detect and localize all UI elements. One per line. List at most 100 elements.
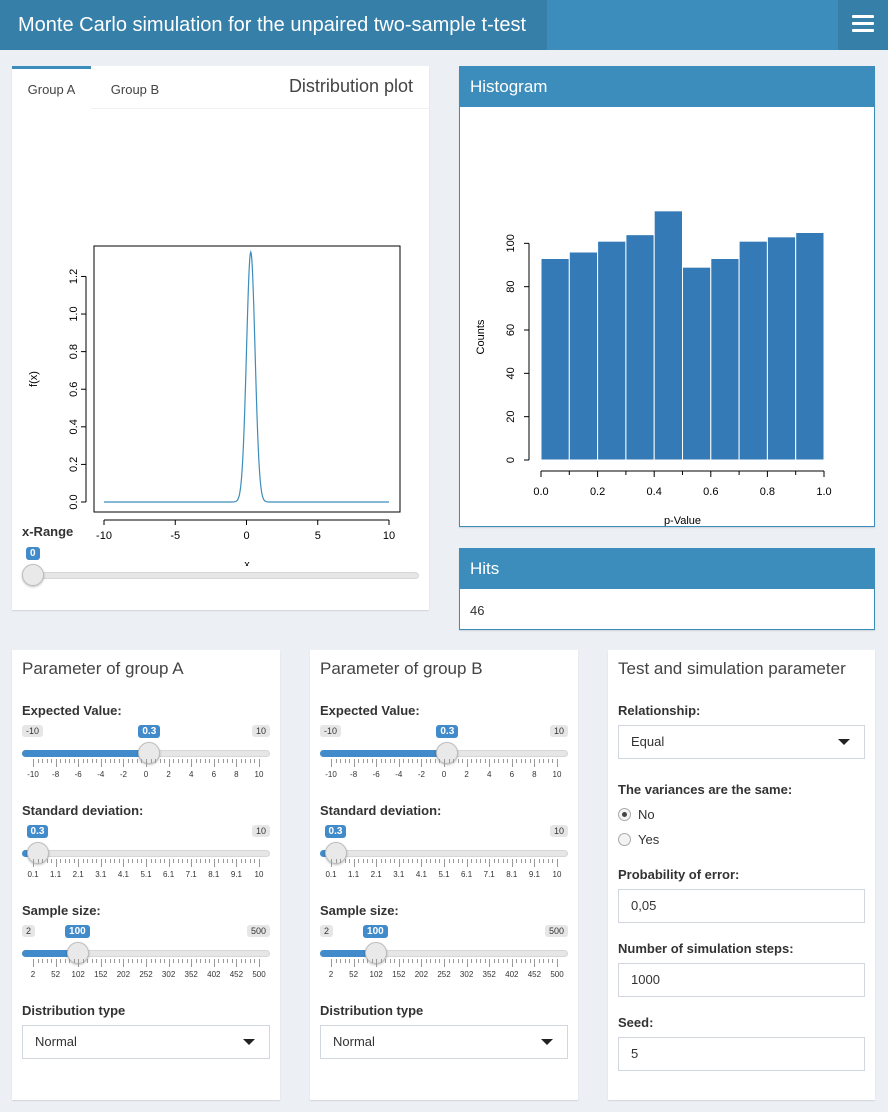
slider-minor-tick [547, 959, 549, 963]
slider-minor-tick [367, 959, 369, 963]
group-a-panel: Parameter of group A Expected Value: -10… [12, 650, 280, 1100]
slider-minor-tick [412, 959, 414, 963]
slider-track[interactable] [22, 850, 270, 857]
x-tick-label: 0 [243, 530, 249, 542]
slider-tick-label: 2 [464, 770, 469, 779]
slider-minor-tick [430, 959, 432, 963]
tab-group-a[interactable]: Group A [12, 66, 91, 110]
slider-minor-tick [195, 959, 197, 963]
slider-value: 0.3 [324, 825, 347, 838]
slider-minor-tick [109, 859, 111, 863]
slider-minor-tick [457, 759, 459, 763]
slider-minor-tick [96, 759, 98, 763]
slider-tick-label: -8 [350, 770, 358, 779]
slider-minor-tick [502, 759, 504, 763]
expected-value-label: Expected Value: [22, 703, 122, 718]
slider-minor-tick [335, 959, 337, 963]
slider-tick-label: 8 [532, 770, 537, 779]
slider-minor-tick [371, 859, 373, 863]
x-range-slider[interactable]: 0 [22, 547, 419, 612]
x-tick-label: 10 [383, 530, 395, 542]
slider-tick-label: 4 [486, 770, 492, 779]
test-parameter-panel: Test and simulation parameter Relationsh… [608, 650, 875, 1100]
histogram-bar [653, 210, 683, 461]
slider-major-tick [466, 859, 468, 867]
menu-icon[interactable] [838, 0, 888, 50]
slider-fill [22, 750, 150, 757]
slider-major-tick [78, 859, 80, 867]
slider-minor-tick [425, 759, 427, 763]
slider-minor-tick [358, 859, 360, 863]
slider-major-tick [489, 859, 491, 867]
slider-minor-tick [425, 959, 427, 963]
slider-track[interactable] [320, 850, 568, 857]
error-probability-input[interactable]: 0,05 [618, 889, 865, 923]
slider-value: 0 [26, 547, 40, 560]
slider-minor-tick [484, 859, 486, 863]
select-value: Normal [35, 1034, 77, 1049]
distribution-type-label: Distribution type [320, 1003, 424, 1018]
slider-tick-label: -8 [52, 770, 60, 779]
slider-min-label: -10 [22, 725, 44, 737]
distribution-type-select[interactable]: Normal [22, 1025, 270, 1059]
slider-minor-tick [380, 859, 382, 863]
tab-group-b[interactable]: Group B [98, 66, 172, 109]
slider-minor-tick [493, 859, 495, 863]
slider-tick-label: 152 [94, 970, 108, 979]
histogram-bar [738, 240, 768, 461]
slider-minor-tick [484, 959, 486, 963]
slider-major-tick [534, 759, 536, 767]
slider-tick-label: 2 [328, 970, 334, 979]
slider-major-tick [534, 859, 536, 867]
density-curve [104, 250, 389, 503]
slider-minor-tick [439, 759, 441, 763]
slider-minor-tick [46, 759, 48, 763]
slider-minor-tick [159, 759, 161, 763]
slider-minor-tick [82, 859, 84, 863]
radio-selected-icon[interactable] [618, 808, 631, 821]
slider-minor-tick [227, 759, 229, 763]
slider-minor-tick [182, 959, 184, 963]
x-tick-label: 1.0 [816, 486, 831, 498]
slider-minor-tick [150, 959, 152, 963]
expected-value-slider[interactable]: -10 10 0.3 -10 -8 -6 -4 -2 0 2 4 6 8 10 [22, 725, 270, 790]
radio-icon[interactable] [618, 833, 631, 846]
distribution-chart: -10 -5 0 5 100.00.20.40.60.81.01.2xf(x) [28, 245, 401, 566]
slider-minor-tick [525, 759, 527, 763]
slider-tick-label: 2 [30, 970, 36, 979]
radio-label: Yes [638, 832, 660, 847]
seed-input[interactable]: 5 [618, 1037, 865, 1071]
slider-max-label: 500 [246, 925, 270, 937]
slider-major-tick [511, 959, 513, 967]
slider-minor-tick [349, 959, 351, 963]
relationship-select[interactable]: Equal [618, 725, 865, 759]
slider-major-tick [123, 759, 125, 767]
slider-minor-tick [87, 759, 89, 763]
slider-max-label: 10 [251, 725, 270, 737]
slider-tick-label: 1.1 [348, 870, 360, 879]
slider-major-tick [55, 759, 57, 767]
slider-max-label: 10 [549, 725, 568, 737]
slider-handle[interactable] [22, 564, 44, 586]
hits-panel: Hits 46 [459, 548, 875, 630]
sample-size-slider[interactable]: 2 500 100 2 52 102 152 202 252 302 352 402 452 500 [22, 925, 270, 990]
slider-min-label: 2 [320, 925, 334, 937]
slider-tick-label: 0 [441, 770, 447, 779]
sample-size-slider[interactable]: 2 500 100 2 52 102 152 202 252 302 352 402 452 500 [320, 925, 568, 990]
histogram-bar [540, 258, 570, 461]
expected-value-slider[interactable]: -10 10 0.3 -10 -8 -6 -4 -2 0 2 4 6 8 10 [320, 725, 568, 790]
slider-minor-tick [340, 859, 342, 863]
slider-minor-tick [457, 859, 459, 863]
slider-track[interactable] [22, 572, 419, 579]
slider-minor-tick [177, 859, 179, 863]
y-tick-label: 0 [505, 457, 517, 463]
simulation-steps-input[interactable]: 1000 [618, 963, 865, 997]
slider-minor-tick [164, 859, 166, 863]
standard-deviation-slider[interactable]: 10 0.3 0.1 1.1 2.1 3.1 4.1 5.1 6.1 7.1 8.1 9.1 10 [22, 825, 270, 890]
histogram-bar [597, 240, 627, 461]
distribution-type-select[interactable]: Normal [320, 1025, 568, 1059]
slider-minor-tick [471, 959, 473, 963]
slider-minor-tick [254, 859, 256, 863]
slider-tick-label: 8.1 [208, 870, 220, 879]
standard-deviation-slider[interactable]: 10 0.3 0.1 1.1 2.1 3.1 4.1 5.1 6.1 7.1 8.1 9.1 10 [320, 825, 568, 890]
